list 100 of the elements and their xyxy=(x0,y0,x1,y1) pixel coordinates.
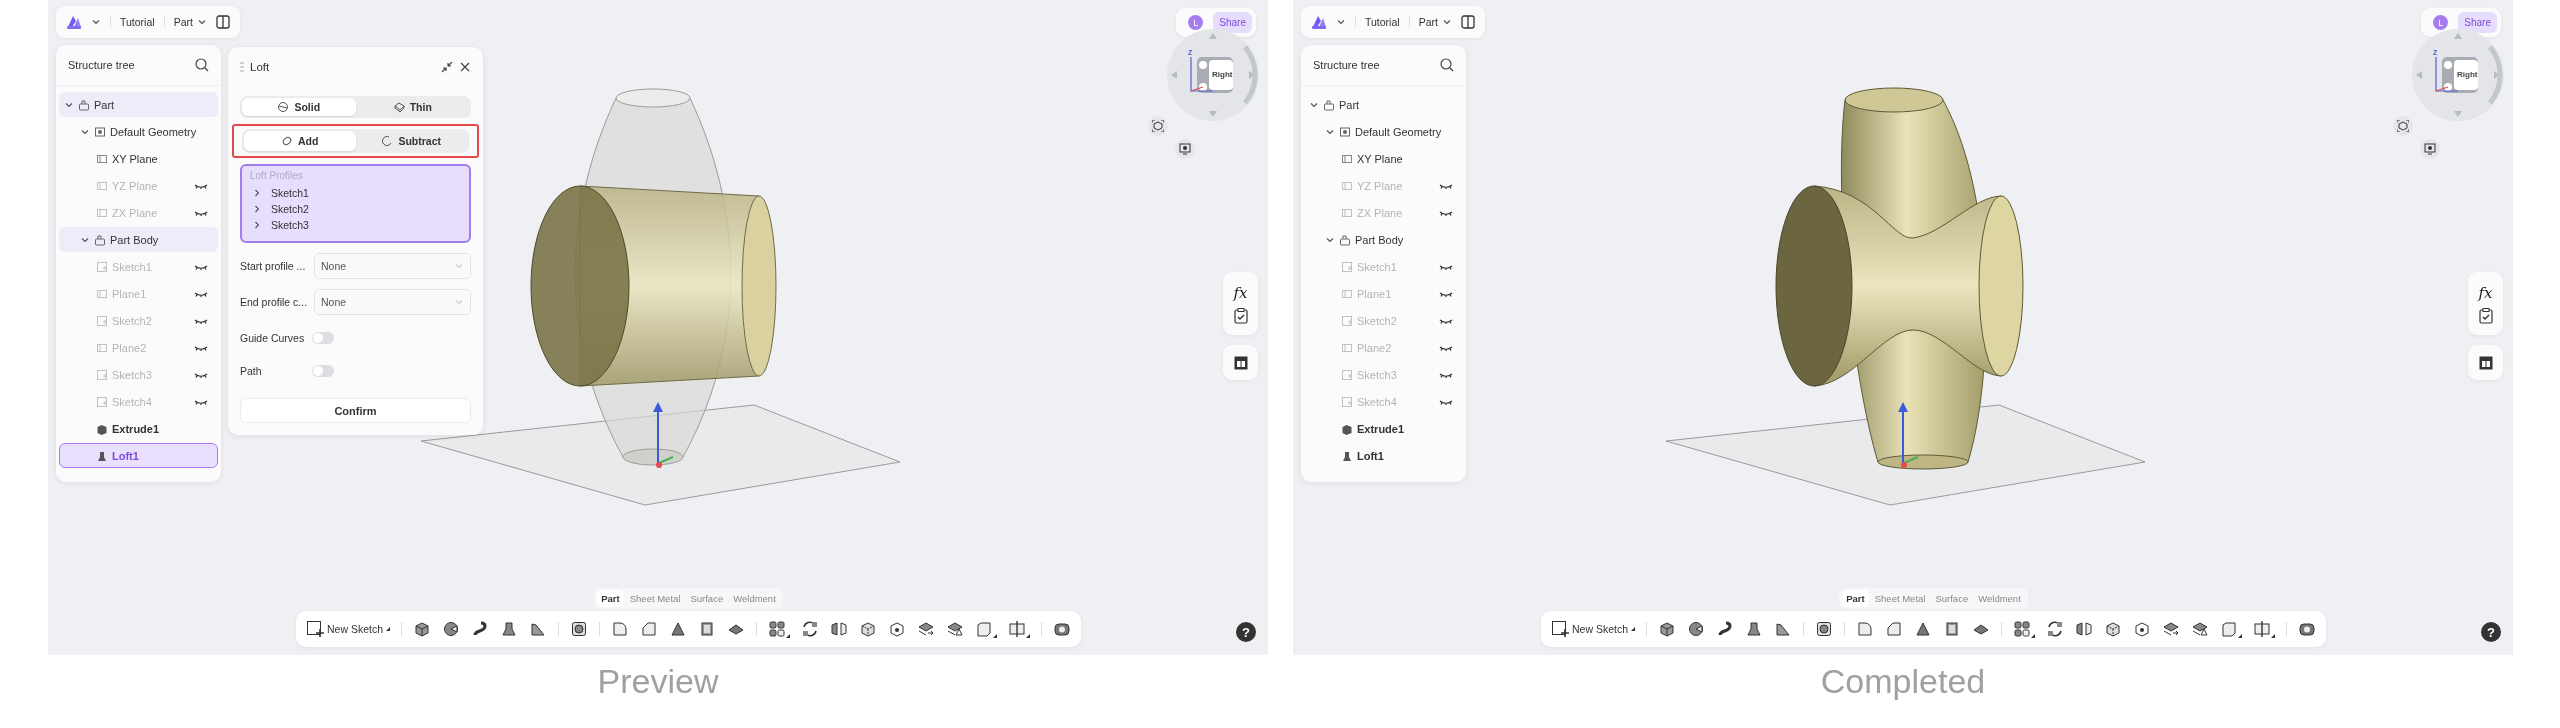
prism-icon[interactable] xyxy=(669,620,688,638)
help-button[interactable]: ? xyxy=(2481,622,2501,642)
tree-item[interactable]: Default Geometry xyxy=(59,119,218,144)
layer-arrow-icon[interactable] xyxy=(917,620,936,638)
close-icon[interactable] xyxy=(459,61,471,74)
tree-item[interactable]: Part Body xyxy=(1304,227,1463,252)
tree-item[interactable]: Extrude1 xyxy=(59,416,218,441)
mode-tab[interactable]: Surface xyxy=(1931,590,1973,607)
help-button[interactable]: ? xyxy=(1236,622,1256,642)
chevron-icon[interactable] xyxy=(252,204,262,215)
share-button[interactable]: Share xyxy=(2458,12,2497,33)
prism-icon[interactable] xyxy=(1914,620,1933,638)
swap-arrows-icon[interactable] xyxy=(801,620,820,638)
rounded-block-icon[interactable] xyxy=(1856,620,1875,638)
tree-item[interactable]: Part xyxy=(59,92,218,117)
tree-item[interactable]: Default Geometry xyxy=(1304,119,1463,144)
fit-view-button[interactable] xyxy=(1148,116,1168,136)
disc-icon[interactable] xyxy=(442,620,461,638)
drag-handle-icon[interactable] xyxy=(240,62,244,73)
toggle-switch[interactable] xyxy=(312,332,334,345)
clipboard-check-icon[interactable] xyxy=(1233,307,1248,324)
app-logo-icon[interactable] xyxy=(1311,14,1327,30)
split-view-icon[interactable] xyxy=(1460,15,1475,29)
mirror-icon[interactable] xyxy=(830,620,849,638)
view-cube[interactable] xyxy=(2410,27,2506,123)
wedge-icon[interactable] xyxy=(529,620,548,638)
rounded-block-icon[interactable] xyxy=(611,620,630,638)
tape-measure-icon[interactable] xyxy=(2298,620,2317,638)
tree-item[interactable]: XY Plane xyxy=(59,146,218,171)
collapse-icon[interactable] xyxy=(441,61,453,74)
chevron-icon[interactable] xyxy=(1336,17,1346,27)
wire-cube-icon[interactable] xyxy=(2104,620,2123,638)
view-cube[interactable] xyxy=(1165,27,1261,123)
dropdown[interactable]: None xyxy=(314,252,471,279)
funnel-icon[interactable] xyxy=(500,620,519,638)
layout-panel-icon[interactable] xyxy=(2478,355,2493,370)
profile-item: Sketch3 xyxy=(271,219,309,232)
chevron-icon[interactable] xyxy=(91,17,101,27)
tree-item[interactable]: XY Plane xyxy=(1304,146,1463,171)
tree-item[interactable]: Extrude1 xyxy=(1304,416,1463,441)
box-icon[interactable] xyxy=(2220,620,2243,638)
project-link[interactable]: Tutorial xyxy=(1365,16,1400,28)
split-plane-icon[interactable] xyxy=(2253,620,2276,638)
tape-measure-icon[interactable] xyxy=(1053,620,1072,638)
grid-icon[interactable] xyxy=(768,620,791,638)
mode-tab[interactable]: Sheet Metal xyxy=(625,590,685,607)
layer-warning-icon[interactable] xyxy=(2191,620,2210,638)
part-icon xyxy=(78,98,90,111)
search-icon[interactable] xyxy=(195,58,209,72)
segment-tab[interactable]: Thin xyxy=(355,97,469,117)
fit-view-button[interactable] xyxy=(2393,116,2413,136)
layout-panel-icon[interactable] xyxy=(1233,355,1248,370)
segment-tab[interactable]: Add xyxy=(244,131,356,152)
swap-arrows-icon[interactable] xyxy=(2046,620,2065,638)
chamfered-block-icon[interactable] xyxy=(1885,620,1904,638)
confirm-button[interactable]: Confirm xyxy=(240,398,471,423)
formula-button[interactable]: fx xyxy=(1233,283,1248,302)
chevron-icon[interactable] xyxy=(252,220,262,231)
box-icon[interactable] xyxy=(975,620,998,638)
new-sketch-button[interactable]: New Sketch xyxy=(306,620,391,638)
layer-arrow-icon[interactable] xyxy=(2162,620,2181,638)
chamfered-block-icon[interactable] xyxy=(640,620,659,638)
sketch-icon xyxy=(96,368,108,381)
mode-tab[interactable]: Part xyxy=(597,590,624,607)
tree-item[interactable]: Part Body xyxy=(59,227,218,252)
mode-tab[interactable]: Weldment xyxy=(1974,590,2025,607)
mirror-icon[interactable] xyxy=(2075,620,2094,638)
mode-tab[interactable]: Weldment xyxy=(729,590,780,607)
wire-cube-icon[interactable] xyxy=(859,620,878,638)
disc-icon[interactable] xyxy=(1687,620,1706,638)
toggle-switch[interactable] xyxy=(312,365,334,377)
share-button[interactable]: Share xyxy=(1213,12,1252,33)
split-view-icon[interactable] xyxy=(215,15,230,29)
sketch-icon xyxy=(1341,368,1353,381)
formula-button[interactable]: fx xyxy=(2478,283,2493,302)
document-menu[interactable]: Part xyxy=(173,16,207,28)
mode-tab[interactable]: Sheet Metal xyxy=(1870,590,1930,607)
split-plane-icon[interactable] xyxy=(1008,620,1031,638)
tree-item[interactable]: Loft1 xyxy=(1304,443,1463,468)
funnel-icon[interactable] xyxy=(1745,620,1764,638)
dropdown[interactable]: None xyxy=(314,288,471,315)
mode-tab[interactable]: Surface xyxy=(686,590,728,607)
search-icon[interactable] xyxy=(1440,58,1454,72)
wedge-icon[interactable] xyxy=(1774,620,1793,638)
tree-item[interactable]: Part xyxy=(1304,92,1463,117)
segment-tab[interactable]: Solid xyxy=(242,97,356,117)
document-menu[interactable]: Part xyxy=(1418,16,1452,28)
app-logo-icon[interactable] xyxy=(66,14,82,30)
grid-icon[interactable] xyxy=(2013,620,2036,638)
layer-warning-icon[interactable] xyxy=(946,620,965,638)
plane-icon xyxy=(96,287,108,300)
display-mode-button[interactable] xyxy=(2420,139,2440,159)
segment-tab[interactable]: Subtract xyxy=(355,131,467,152)
chevron-icon[interactable] xyxy=(252,188,262,199)
display-mode-button[interactable] xyxy=(1175,139,1195,159)
clipboard-check-icon[interactable] xyxy=(2478,307,2493,324)
tree-item[interactable]: Loft1 xyxy=(59,443,218,468)
mode-tab[interactable]: Part xyxy=(1842,590,1869,607)
new-sketch-button[interactable]: New Sketch xyxy=(1551,620,1636,638)
project-link[interactable]: Tutorial xyxy=(120,16,155,28)
